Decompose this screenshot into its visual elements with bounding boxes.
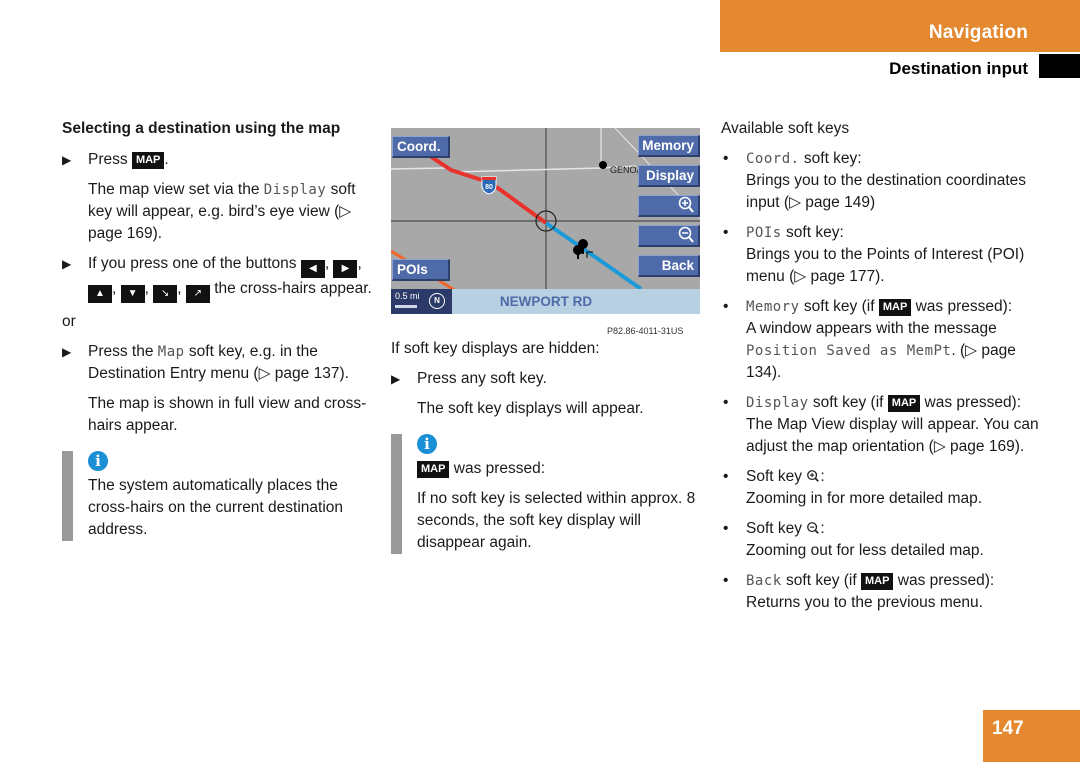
- info-icon: i: [88, 451, 108, 471]
- softkey-coord[interactable]: Coord.: [392, 136, 450, 158]
- down-arrow-key-icon: ▼: [120, 285, 145, 303]
- up-arrow-key-icon: ▲: [88, 285, 112, 303]
- place-dot: [599, 161, 607, 169]
- step-result: The soft key displays will appear.: [417, 400, 644, 417]
- map-key-badge: MAP: [860, 573, 894, 590]
- compass-icon: N: [429, 293, 445, 309]
- softkey-item-zoom-in: • Soft key : Zooming in for more detaile…: [723, 468, 983, 507]
- scale-label: 0.5 mi: [395, 291, 420, 301]
- step-press-map-softkey: ▶ Press the Map soft key, e.g. in the De…: [62, 343, 349, 382]
- chapter-title: Navigation: [928, 22, 1028, 43]
- highway-shield-icon: 80: [481, 176, 497, 195]
- softkey-pois[interactable]: POIs: [392, 259, 450, 281]
- route-ahead: [544, 221, 643, 291]
- map-key-badge: MAP: [417, 461, 450, 478]
- svg-text:80: 80: [485, 184, 493, 191]
- road-minor: [391, 165, 637, 173]
- zoom-out-icon: [807, 522, 820, 534]
- step-press-any-softkey: ▶ Press any soft key.: [391, 368, 711, 390]
- zoom-in-icon: [678, 196, 694, 213]
- softkey-memory[interactable]: Memory: [638, 135, 700, 157]
- softkey-item-memory: • Memory soft key (if MAP was pressed): …: [723, 298, 1016, 381]
- info-text: The system automatically places the cros…: [88, 477, 344, 538]
- softkey-display[interactable]: Display: [638, 165, 700, 187]
- softkey-zoom-out[interactable]: [638, 225, 700, 247]
- softkey-item-back: • Back soft key (if MAP was pressed): Re…: [723, 572, 995, 611]
- zoom-in-icon: [807, 470, 820, 482]
- or-separator: or: [62, 313, 76, 330]
- right-arrow-key-icon: ▶: [333, 260, 358, 278]
- softkey-zoom-in[interactable]: [638, 195, 700, 217]
- diagonal-down-key-icon: ↘: [153, 285, 178, 303]
- softkey-item-pois: • POIs soft key: Brings you to the Point…: [723, 224, 1025, 285]
- step-arrow-icon: ▶: [62, 153, 72, 167]
- left-column: Selecting a destination using the map ▶ …: [62, 118, 377, 541]
- scale-indicator: 0.5 mi N: [391, 289, 452, 314]
- info-bar: [391, 434, 402, 554]
- section-heading: Selecting a destination using the map: [62, 120, 341, 137]
- chapter-header-bar: Navigation: [720, 0, 1080, 52]
- softkey-item-display: • Display soft key (if MAP was pressed):…: [723, 394, 1039, 455]
- step-arrow-icon: ▶: [62, 257, 72, 271]
- map-display: 80 GENOA Coord. POIs Memory Display Back: [391, 128, 700, 314]
- map-status-bar: 0.5 mi N NEWPORT RD: [391, 289, 700, 314]
- info-bar: [62, 451, 73, 541]
- scale-bar: [395, 305, 417, 308]
- map-key-badge: MAP: [878, 299, 912, 316]
- zoom-out-icon: [678, 226, 694, 243]
- section-tab-marker: [1039, 54, 1080, 78]
- step-arrow-icon: ▶: [391, 372, 401, 386]
- left-arrow-key-icon: ◀: [300, 260, 325, 278]
- section-title: Destination input: [889, 59, 1028, 78]
- middle-column: If soft key displays are hidden: ▶ Press…: [391, 338, 711, 554]
- info-icon: i: [417, 434, 437, 454]
- right-column: Available soft keys • Coord. soft key: B…: [721, 118, 1041, 622]
- info-note: i The system automatically places the cr…: [62, 451, 377, 541]
- step-result: The map view set via the Display soft ke…: [88, 181, 356, 242]
- intro-text: If soft key displays are hidden:: [391, 340, 600, 357]
- info-text: If no soft key is selected within approx…: [417, 490, 696, 551]
- map-key-badge: MAP: [887, 395, 921, 412]
- softkey-item-zoom-out: • Soft key : Zooming out for less detail…: [723, 520, 984, 559]
- softkeys-heading: Available soft keys: [721, 120, 850, 137]
- map-key-badge: MAP: [131, 152, 165, 169]
- step-press-direction: ▶ If you press one of the buttons ◀, ▶, …: [62, 253, 377, 303]
- step-result: The map is shown in full view and cross-…: [88, 395, 367, 434]
- page-number: 147: [983, 710, 1080, 762]
- diagonal-up-key-icon: ↗: [185, 285, 210, 303]
- info-note: i MAP was pressed: If no soft key is sel…: [391, 434, 711, 554]
- street-name: NEWPORT RD: [499, 294, 593, 309]
- step-press-map: ▶ Press MAP.: [62, 149, 377, 171]
- softkey-back[interactable]: Back: [638, 255, 700, 277]
- step-arrow-icon: ▶: [62, 345, 72, 359]
- softkey-item-coord: • Coord. soft key: Brings you to the des…: [723, 150, 1027, 211]
